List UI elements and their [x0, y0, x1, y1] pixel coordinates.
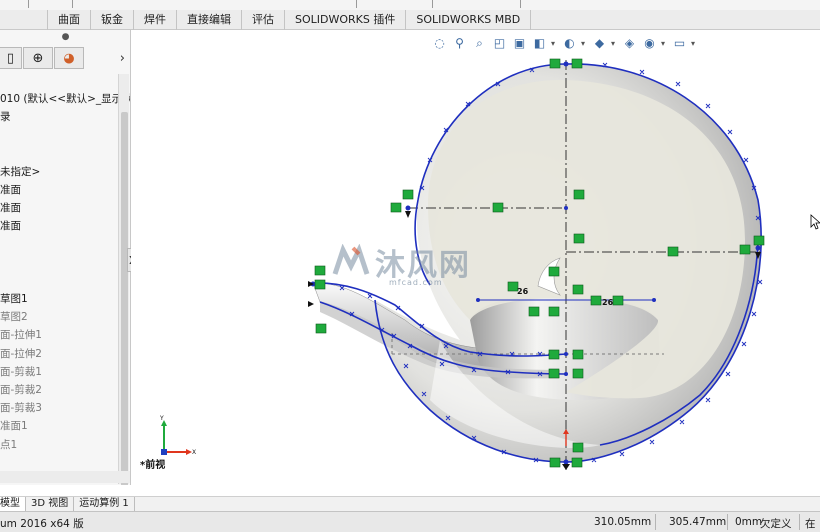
display-icon[interactable]: ▭	[671, 35, 688, 52]
feature-tree-item[interactable]: 准面	[0, 199, 118, 217]
feature-tree: 010 (默认<<默认>_显示状录未指定> 准面 准面 准面 草图1 草图2 面-拉伸1 面-…	[0, 90, 130, 454]
feature-manager-panel: ● ▯ ⊕ ◕ › 010 (默认<<默认>_显示状录未指定> 准面 准面 准面 草图1…	[0, 30, 131, 485]
solidworks-window: 曲面 钣金 焊件 直接编辑 评估 SOLIDWORKS 插件 SOLIDWORK…	[0, 0, 820, 532]
chevron-down-icon[interactable]: ▾	[661, 39, 668, 48]
vertical-scrollbar[interactable]	[118, 74, 129, 485]
chevron-down-icon[interactable]: ▾	[611, 39, 618, 48]
horizontal-scrollbar[interactable]	[0, 471, 130, 483]
tab-surface[interactable]: 曲面	[48, 10, 91, 30]
feature-tree-item[interactable]: 面-剪裁1	[0, 363, 118, 381]
tab-features[interactable]	[0, 10, 48, 30]
tab-motion-study[interactable]: 运动算例 1	[74, 497, 135, 511]
feature-tree-item[interactable]	[0, 272, 118, 290]
status-mode: 在	[805, 518, 816, 530]
tab-3d-views[interactable]: 3D 视图	[26, 497, 75, 511]
title-strip	[0, 0, 820, 10]
display-style-icon[interactable]: ◧	[531, 35, 548, 52]
feature-tree-item[interactable]: 面-拉伸1	[0, 326, 118, 344]
view-orientation-icon[interactable]: ▣	[511, 35, 528, 52]
watermark-logo	[332, 244, 370, 275]
zoom-to-fit-icon[interactable]: ◌	[431, 35, 448, 52]
zoom-area-icon[interactable]: ⚲	[451, 35, 468, 52]
panel-grip[interactable]: ●	[0, 30, 130, 44]
feature-tree-item[interactable]: 草图1	[0, 290, 118, 308]
coordinate-triad: Y X	[159, 415, 196, 456]
status-y-coordinate: 305.47mm	[669, 516, 727, 528]
tab-evaluate[interactable]: 评估	[242, 10, 285, 30]
feature-tree-item[interactable]: 准面	[0, 217, 118, 235]
mouse-cursor-icon	[810, 214, 820, 230]
dimension-label[interactable]: 26	[602, 298, 614, 307]
svg-text:X: X	[192, 449, 196, 456]
feature-tree-item[interactable]: 点1	[0, 436, 118, 454]
tab-model[interactable]: 模型	[0, 497, 26, 511]
tab-solidworks-mbd[interactable]: SOLIDWORKS MBD	[406, 10, 532, 30]
tab-sheet-metal[interactable]: 钣金	[91, 10, 134, 30]
display-manager-icon[interactable]: ◕	[54, 47, 84, 69]
tab-weldments[interactable]: 焊件	[134, 10, 177, 30]
chevron-down-icon[interactable]: ▾	[581, 39, 588, 48]
configuration-manager-icon[interactable]: ⊕	[23, 47, 53, 69]
feature-tree-item[interactable]: 面-拉伸2	[0, 345, 118, 363]
chevron-down-icon[interactable]: ▾	[551, 39, 558, 48]
sketch-state: 欠定义	[760, 518, 792, 530]
section-view-icon[interactable]: ◰	[491, 35, 508, 52]
property-manager-icon[interactable]: ▯	[0, 47, 22, 69]
feature-tree-item[interactable]: 草图2	[0, 308, 118, 326]
watermark: 沐风网 mfcad.com	[331, 240, 471, 287]
feature-tree-item[interactable]	[0, 126, 118, 144]
feature-tree-item[interactable]	[0, 236, 118, 254]
status-x-coordinate: 310.05mm	[594, 516, 652, 528]
status-z-coordinate: 0mm	[735, 516, 763, 528]
feature-tree-item[interactable]: 面-剪裁3	[0, 399, 118, 417]
apply-scene-icon[interactable]: ◈	[621, 35, 638, 52]
chevron-down-icon[interactable]: ▾	[691, 39, 698, 48]
model-tabs: 模型 3D 视图 运动算例 1	[0, 496, 820, 511]
feature-tree-item[interactable]: 010 (默认<<默认>_显示状	[0, 90, 130, 108]
hide-show-icon[interactable]: ◐	[561, 35, 578, 52]
feature-tree-item[interactable]	[0, 145, 118, 163]
status-bar: um 2016 x64 版 310.05mm 305.47mm 0mm 欠定义 …	[0, 511, 820, 532]
feature-tree-item[interactable]	[0, 254, 118, 272]
model-view: 26 26 Y X	[159, 58, 765, 470]
heads-up-view-toolbar: ◌ ⚲ ⌕ ◰ ▣ ◧ ▾ ◐ ▾ ◆ ▾ ◈ ◉ ▾ ▭ ▾	[431, 34, 698, 52]
feature-tree-item[interactable]: 录	[0, 108, 118, 126]
tab-solidworks-addins[interactable]: SOLIDWORKS 插件	[285, 10, 407, 30]
view-orientation-label: *前视	[140, 460, 166, 471]
feature-tree-item[interactable]: 准面1	[0, 417, 118, 435]
svg-text:Y: Y	[159, 415, 164, 422]
command-manager-tabs: 曲面 钣金 焊件 直接编辑 评估 SOLIDWORKS 插件 SOLIDWORK…	[0, 10, 820, 30]
panel-tabs: ▯ ⊕ ◕ ›	[0, 46, 130, 70]
feature-tree-item[interactable]: 准面	[0, 181, 118, 199]
product-version: um 2016 x64 版	[0, 518, 84, 530]
graphics-area[interactable]: 26 26 Y X ◌ ⚲ ⌕ ◰ ▣ ◧ ▾ ◐ ▾ ◆ ▾ ◈ ◉ ▾ ▭ …	[131, 30, 820, 485]
previous-view-icon[interactable]: ⌕	[471, 35, 488, 52]
chevron-right-icon[interactable]: ›	[120, 51, 125, 66]
feature-tree-item[interactable]: 未指定>	[0, 163, 118, 181]
edit-appearance-icon[interactable]: ◆	[591, 35, 608, 52]
dimension-label[interactable]: 26	[517, 287, 529, 296]
view-settings-icon[interactable]: ◉	[641, 35, 658, 52]
tab-direct-editing[interactable]: 直接编辑	[177, 10, 242, 30]
feature-tree-item[interactable]: 面-剪裁2	[0, 381, 118, 399]
